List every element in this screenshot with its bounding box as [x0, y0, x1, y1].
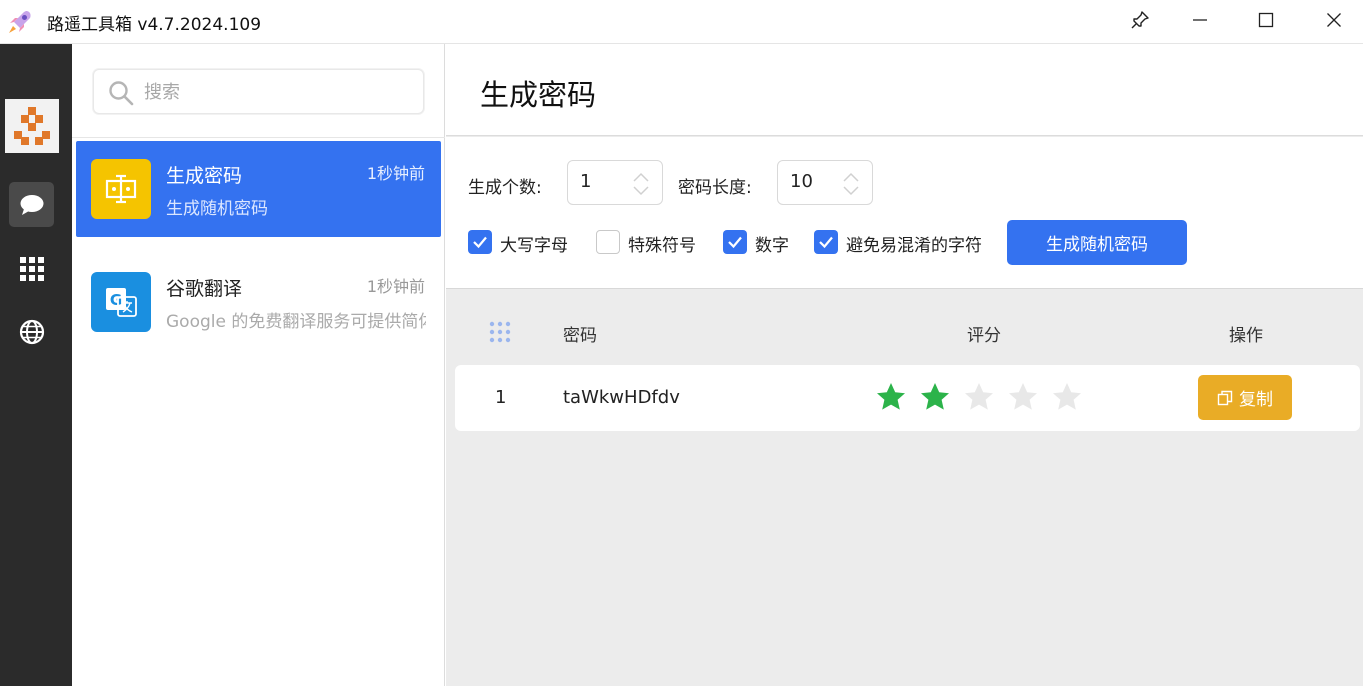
rocket-icon — [9, 11, 31, 33]
nav-rail — [0, 44, 72, 686]
avoid-ambiguous-checkbox[interactable] — [814, 230, 838, 254]
digits-checkbox[interactable] — [723, 230, 747, 254]
nav-apps[interactable] — [9, 246, 54, 291]
table-row: 1 taWkwHDfdv 复制 — [455, 365, 1360, 431]
nav-chat[interactable] — [9, 182, 54, 227]
pin-button[interactable] — [1110, 0, 1170, 40]
tool-desc: 生成随机密码 — [166, 199, 268, 219]
google-translate-icon: G — [91, 272, 151, 332]
main-header: 生成密码 — [446, 44, 1363, 136]
password-generator-icon — [91, 159, 151, 219]
copy-icon — [1217, 390, 1233, 405]
minimize-icon — [1193, 19, 1207, 21]
copy-button[interactable]: 复制 — [1198, 375, 1292, 420]
maximize-icon — [1258, 12, 1274, 28]
uppercase-label[interactable]: 大写字母 — [500, 231, 568, 256]
star-empty-icon — [1053, 383, 1081, 410]
search-icon — [109, 81, 134, 106]
app-logo — [5, 99, 59, 153]
count-label: 生成个数: — [468, 178, 542, 198]
star-filled-icon — [877, 383, 905, 410]
password-rating — [875, 381, 1083, 415]
table-header: 密码 评分 操作 — [446, 309, 1363, 354]
length-stepper[interactable]: 10 — [777, 160, 873, 205]
check-icon — [473, 236, 487, 249]
grid-icon — [19, 256, 44, 281]
search-input[interactable] — [144, 78, 414, 106]
row-index: 1 — [495, 387, 507, 408]
column-header-action: 操作 — [1229, 326, 1263, 346]
globe-icon — [19, 319, 44, 344]
main-content: 生成密码 生成个数: 1 密码长度: 10 大写字母 特殊符号 数字 避免易混淆… — [446, 44, 1363, 686]
length-value: 10 — [790, 171, 813, 192]
page-title: 生成密码 — [480, 78, 597, 112]
window-title: 路遥工具箱 v4.7.2024.109 — [47, 15, 262, 35]
title-bar: 路遥工具箱 v4.7.2024.109 — [0, 0, 1363, 44]
count-stepper[interactable]: 1 — [567, 160, 663, 205]
close-icon — [1327, 13, 1341, 27]
column-header-password: 密码 — [563, 326, 597, 346]
tool-item-password-generator[interactable]: 生成密码 1秒钟前 生成随机密码 — [76, 141, 441, 237]
tool-name: 生成密码 — [166, 165, 243, 187]
svg-text:G: G — [110, 291, 122, 309]
uppercase-checkbox[interactable] — [468, 230, 492, 254]
star-filled-icon — [921, 383, 949, 410]
tool-time: 1秒钟前 — [366, 164, 425, 183]
check-icon — [728, 236, 742, 249]
list-divider — [72, 137, 445, 138]
generate-password-button[interactable]: 生成随机密码 — [1007, 220, 1187, 265]
length-label: 密码长度: — [678, 178, 752, 198]
tool-desc: Google 的免费翻译服务可提供简体中文和另外100多种语言之间的互译功能 — [166, 312, 426, 332]
digits-label[interactable]: 数字 — [755, 231, 789, 256]
maximize-button[interactable] — [1236, 0, 1296, 40]
special-chars-checkbox[interactable] — [596, 230, 620, 254]
minimize-button[interactable] — [1170, 0, 1230, 40]
avoid-ambiguous-label[interactable]: 避免易混淆的字符 — [846, 231, 982, 256]
logo-icon — [14, 107, 50, 145]
nav-web[interactable] — [9, 309, 54, 354]
count-value: 1 — [580, 171, 592, 192]
special-chars-label[interactable]: 特殊符号 — [628, 231, 696, 256]
pin-icon — [1131, 11, 1149, 29]
search-box[interactable] — [93, 69, 424, 114]
copy-label: 复制 — [1239, 390, 1273, 410]
tool-item-google-translate[interactable]: G 谷歌翻译 1秒钟前 Google 的免费翻译服务可提供简体中文和另外100多… — [76, 254, 441, 350]
tool-list-panel: 生成密码 1秒钟前 生成随机密码 G 谷歌翻译 1秒钟前 Google 的免费翻… — [72, 44, 445, 686]
stepper-arrows-icon[interactable] — [632, 171, 650, 197]
tool-time: 1秒钟前 — [366, 277, 425, 296]
star-empty-icon — [965, 383, 993, 410]
row-password: taWkwHDfdv — [563, 387, 680, 408]
generator-controls: 生成个数: 1 密码长度: 10 大写字母 特殊符号 数字 避免易混淆的字符 生… — [446, 137, 1363, 289]
column-header-score: 评分 — [967, 326, 1001, 346]
drag-handle-icon[interactable] — [488, 320, 512, 344]
tool-name: 谷歌翻译 — [166, 278, 243, 300]
star-empty-icon — [1009, 383, 1037, 410]
stepper-arrows-icon[interactable] — [842, 171, 860, 197]
check-icon — [819, 236, 833, 249]
close-button[interactable] — [1304, 0, 1363, 40]
chat-icon — [20, 194, 43, 215]
